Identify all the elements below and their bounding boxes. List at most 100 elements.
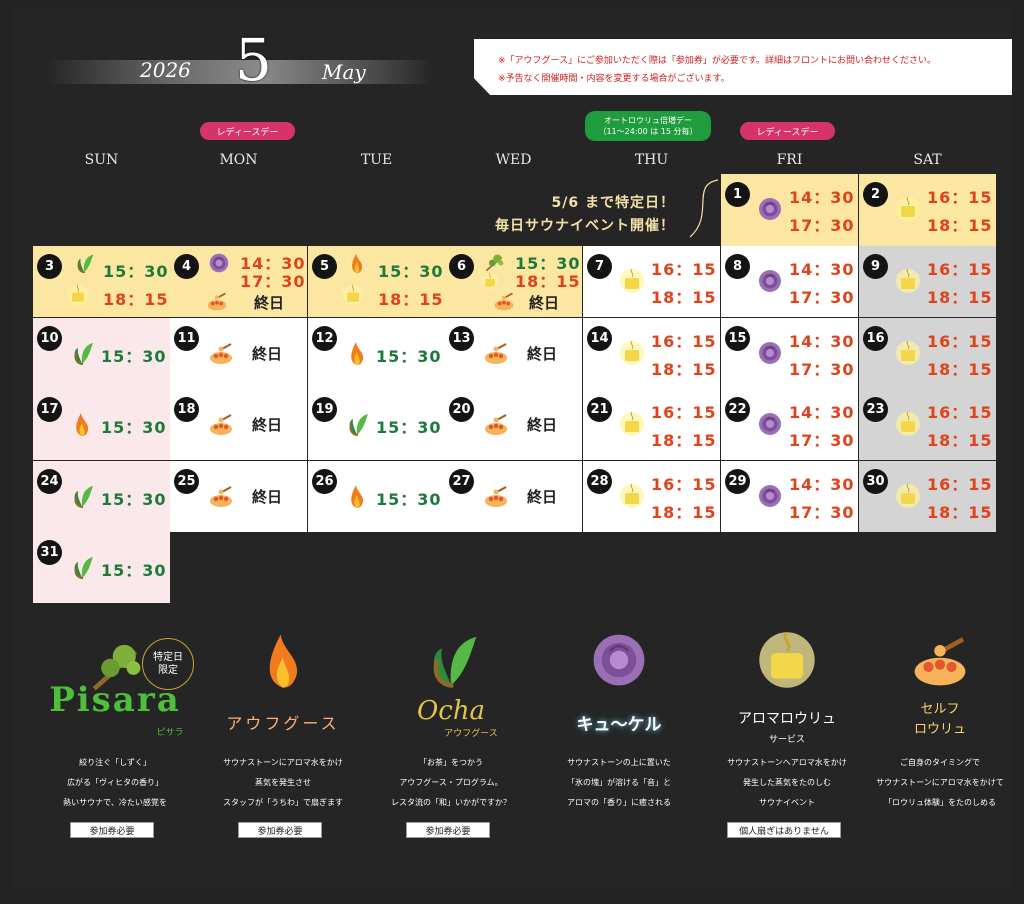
legend-subtitle: アウフグース: [444, 729, 498, 739]
calendar-day-cell: 9 16：15 18：15: [859, 246, 996, 317]
day-number: 24: [37, 469, 62, 494]
day-number: 2: [863, 182, 888, 207]
lamp-icon: [619, 340, 645, 366]
event-time: 14：30: [789, 403, 855, 422]
lamp-icon: [757, 630, 817, 690]
description-line: 「ロウリュ体験」をたのしめる: [884, 798, 996, 807]
description-line: 熱いサウナで、冷たい感覚を: [63, 798, 167, 807]
event-time: 18：15: [651, 431, 717, 450]
event-time: 18：15: [927, 360, 993, 379]
legend-item-3: Ocha アウフグース 「お茶」をつかう アウフグース・プログラム。 レスタ流の「和」い…: [366, 610, 536, 840]
weekday-tue: TUE: [360, 152, 393, 168]
calendar-day-cell: 31 15：30: [33, 532, 170, 603]
event-time: 15：30: [101, 490, 167, 509]
day-number: 8: [725, 254, 750, 279]
calendar-day-cell: 17 15：30: [33, 389, 170, 460]
calendar-day-cell: 20 終日: [445, 389, 582, 460]
all-day-label: 終日: [254, 294, 285, 312]
day-number: 21: [587, 397, 612, 422]
limited-badge-line-2: 限定: [158, 665, 178, 676]
lamp-icon: [619, 268, 645, 294]
flame-icon: [69, 411, 95, 437]
calendar-day-cell: 16 16：15 18：15: [859, 318, 996, 389]
event-time: 15：30: [101, 561, 167, 580]
ticket-required-button: 参加券必要: [238, 822, 322, 838]
event-time: 18：15: [651, 360, 717, 379]
all-day-label: 終日: [527, 416, 558, 434]
day-number: 27: [449, 469, 474, 494]
event-time: 15：30: [103, 262, 169, 281]
legend-description: 絞り注ぐ「しずく」 広がる「ヴィヒタの香り」 熱いサウナで、冷たい感覚を: [30, 753, 200, 813]
description-line: サウナストーンへアロマ水をかけ: [727, 758, 847, 767]
legend-title: アウフグース: [226, 714, 340, 733]
calendar-day-cell: 30 16：15 18：15: [859, 461, 996, 532]
flame-icon: [344, 483, 370, 509]
weekday-sat: SAT: [913, 152, 942, 168]
description-line: アロマの「香り」に癒される: [567, 798, 671, 807]
rose-icon: [757, 411, 783, 437]
day-number: 20: [449, 397, 474, 422]
leaf-icon: [421, 630, 481, 690]
event-time: 14：30: [789, 188, 855, 207]
legend-description: サウナストーンへアロマ水をかけ 発生した蒸気をたのしむ サウナイベント: [702, 753, 872, 813]
calendar-day-cell: 19 15：30: [308, 389, 445, 460]
day-number: 7: [587, 254, 612, 279]
bowl-icon: [483, 340, 509, 366]
legend-item-6: セルフ ロウリュ ご自身のタイミングで サウナストーンにアロマ水をかけて 「ロウリュ体験…: [855, 610, 1024, 840]
event-time: 18：15: [927, 216, 993, 235]
calendar-day-cell: 1 14：30 17：30: [721, 174, 858, 246]
limited-badge: 特定日 限定: [142, 638, 194, 690]
lamp-icon: [895, 483, 921, 509]
month-name: May: [322, 60, 366, 84]
description-line: 「氷の塊」が溶ける「音」と: [567, 778, 671, 787]
all-day-label: 終日: [527, 345, 558, 363]
legend-item-5: アロマロウリュ サービス サウナストーンへアロマ水をかけ 発生した蒸気をたのしむ サウナ…: [702, 610, 872, 840]
lamp-icon: [895, 196, 921, 222]
day-number: 19: [312, 397, 337, 422]
event-time: 15：30: [376, 490, 442, 509]
notice-line-2: ※予告なく開催時間・内容を変更する場合がございます。: [498, 74, 730, 84]
weekday-sun: SUN: [84, 152, 119, 168]
event-time: 18：15: [927, 288, 993, 307]
event-time: 17：30: [789, 360, 855, 379]
calendar-day-cell: 2 16：15 18：15: [859, 174, 996, 246]
rose-icon: [757, 196, 783, 222]
all-day-label: 終日: [252, 416, 283, 434]
special-line-1: 5/6 まで特定日！: [551, 195, 675, 211]
description-line: ご自身のタイミングで: [900, 758, 980, 767]
ladies-day-badge-fri: レディースデー: [740, 122, 835, 140]
event-time: 15：30: [101, 418, 167, 437]
bowl-icon: [208, 483, 234, 509]
all-day-label: 終日: [252, 345, 283, 363]
day-number: 28: [587, 469, 612, 494]
lamp-icon: [67, 284, 89, 306]
event-time: 16：15: [927, 188, 993, 207]
event-time: 17：30: [789, 216, 855, 235]
lamp-icon: [895, 411, 921, 437]
day-number: 30: [863, 469, 888, 494]
all-day-label: 終日: [527, 488, 558, 506]
day-number: 5: [312, 254, 337, 279]
bowl-icon: [483, 411, 509, 437]
calendar-day-cell: 15 14：30 17：30: [721, 318, 858, 389]
event-time: 18：15: [515, 272, 581, 291]
year-label: 2026: [140, 58, 191, 82]
description-line: サウナストーンの上に置いた: [567, 758, 671, 767]
day-number: 10: [37, 326, 62, 351]
event-time: 16：15: [927, 332, 993, 351]
event-time: 17：30: [789, 431, 855, 450]
day-number: 25: [174, 469, 199, 494]
ticket-required-button: 参加券必要: [70, 822, 154, 838]
lamp-icon: [619, 483, 645, 509]
legend-subtitle: ロウリュ: [913, 722, 966, 737]
rose-icon: [757, 340, 783, 366]
event-time: 14：30: [789, 332, 855, 351]
event-time: 18：15: [103, 290, 169, 309]
description-line: 広がる「ヴィヒタの香り」: [67, 778, 163, 787]
autoloyly-sub: （11～24:00 は 15 分毎）: [598, 127, 698, 136]
all-day-label: 終日: [529, 294, 560, 312]
calendar-day-cell: 12 15：30: [308, 318, 445, 389]
day-number: 14: [587, 326, 612, 351]
day-number: 13: [449, 326, 474, 351]
legend-description: サウナストーンの上に置いた 「氷の塊」が溶ける「音」と アロマの「香り」に癒される: [534, 753, 704, 813]
